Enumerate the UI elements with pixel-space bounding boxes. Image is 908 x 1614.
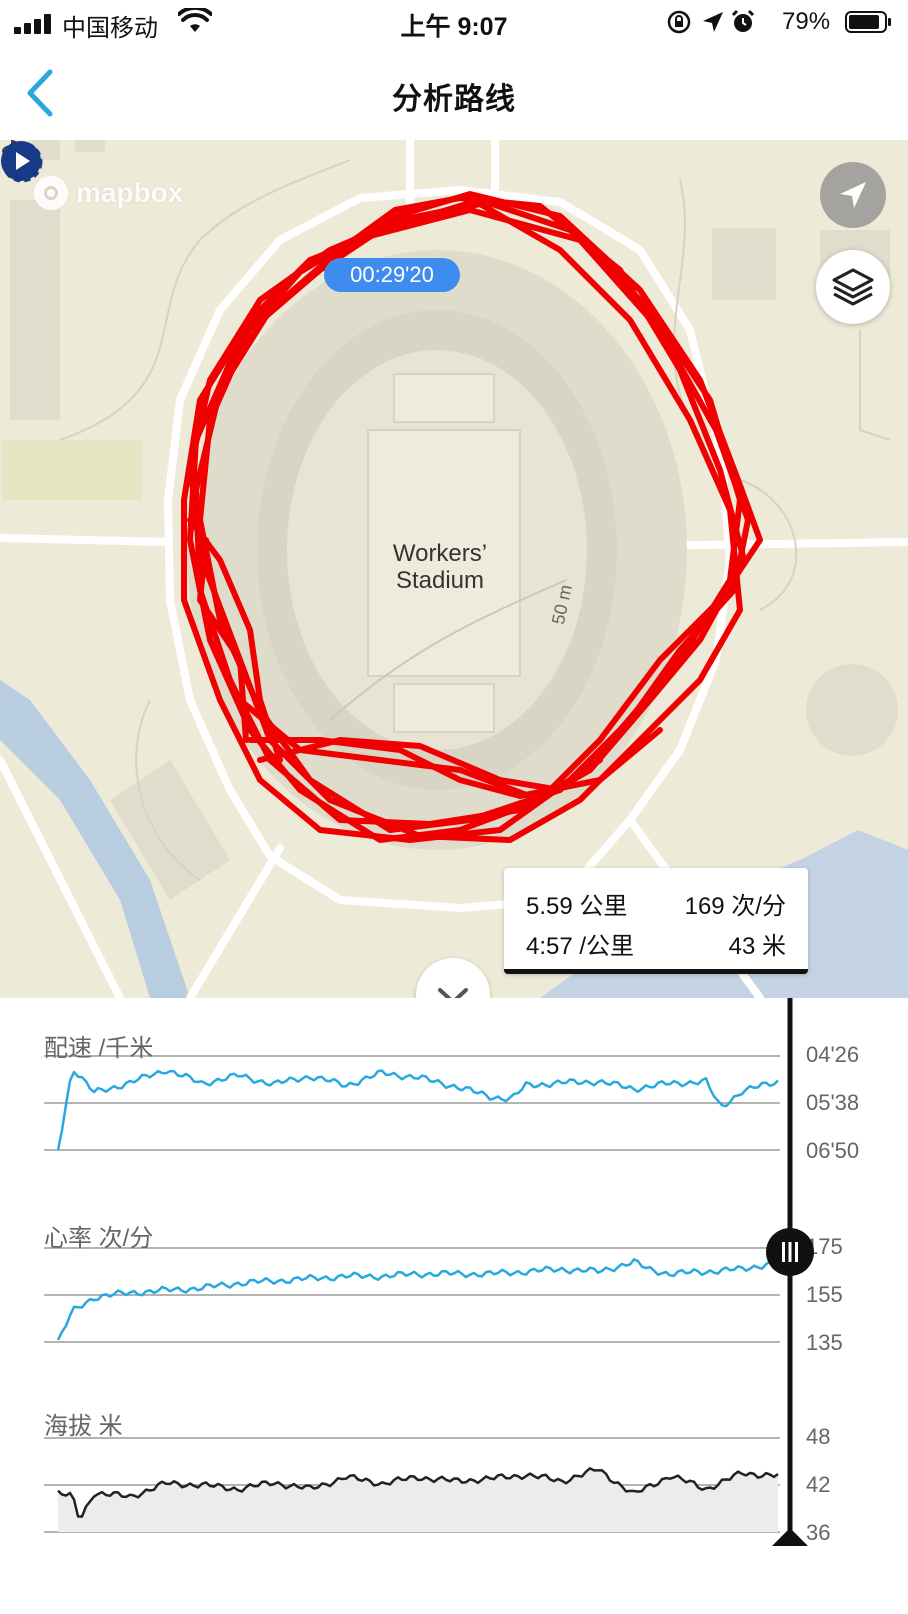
timeline-scrub-handle[interactable] bbox=[766, 1228, 814, 1276]
heart-rate-chart-title: 心率 次/分 bbox=[44, 1225, 154, 1252]
pace-tick: 04'26 bbox=[806, 1042, 860, 1067]
battery-percent: 79% bbox=[782, 8, 831, 35]
stadium-label-line2: Stadium bbox=[395, 567, 485, 594]
map-layers-button[interactable] bbox=[816, 250, 890, 324]
stadium-label-line1: Workers’ bbox=[392, 540, 488, 567]
heart-rate-series-line bbox=[56, 1258, 779, 1341]
locate-button[interactable] bbox=[820, 162, 886, 228]
altitude-tick: 48 bbox=[806, 1424, 831, 1449]
heart-rate-tick: 135 bbox=[806, 1330, 843, 1355]
mapbox-attribution: mapbox bbox=[34, 176, 183, 210]
altitude-tick: 42 bbox=[806, 1472, 831, 1497]
status-bar: 中国移动 上午 9:07 79% bbox=[0, 0, 908, 46]
navigation-arrow-icon bbox=[840, 182, 866, 208]
rotation-lock-icon bbox=[667, 10, 691, 34]
playback-marker-icon[interactable] bbox=[0, 140, 42, 182]
cadence-value: 169 次/分 bbox=[684, 893, 786, 920]
altitude-tick: 36 bbox=[806, 1520, 831, 1545]
pace-chart-title: 配速 /千米 bbox=[44, 1035, 154, 1062]
charts-canvas bbox=[44, 998, 808, 1546]
pace-tick: 05'38 bbox=[806, 1090, 860, 1115]
altitude-chart-title: 海拔 米 bbox=[44, 1413, 123, 1440]
grip-lines-icon bbox=[782, 1242, 798, 1262]
page-title: 分析路线 bbox=[392, 83, 516, 116]
heart-rate-tick: 155 bbox=[806, 1282, 843, 1307]
mapbox-logo-text: mapbox bbox=[76, 177, 184, 208]
stadium-label: Workers’ Stadium bbox=[370, 540, 510, 594]
charts-panel: 配速 /千米 04'26 05'38 06'50 心率 次/分 175 155 … bbox=[0, 998, 908, 1614]
altitude-value: 43 米 bbox=[728, 933, 786, 960]
layers-icon bbox=[832, 268, 874, 306]
stats-popup: 5.59 公里 169 次/分 4:57 /公里 43 米 bbox=[504, 868, 808, 974]
pace-series-line bbox=[56, 1069, 779, 1151]
navigation-bar: 分析路线 bbox=[0, 46, 908, 140]
location-arrow-icon bbox=[703, 12, 723, 32]
pace-value: 4:57 /公里 bbox=[526, 933, 635, 960]
clock-time: 上午 9:07 bbox=[400, 13, 508, 41]
chevron-down-icon bbox=[438, 988, 468, 998]
elapsed-time-bubble: 00:29'20 bbox=[324, 258, 460, 292]
distance-value: 5.59 公里 bbox=[526, 893, 628, 920]
collapse-map-button[interactable] bbox=[416, 958, 490, 998]
pace-tick: 06'50 bbox=[806, 1138, 860, 1163]
alarm-icon bbox=[731, 9, 755, 32]
battery-icon bbox=[845, 11, 891, 33]
